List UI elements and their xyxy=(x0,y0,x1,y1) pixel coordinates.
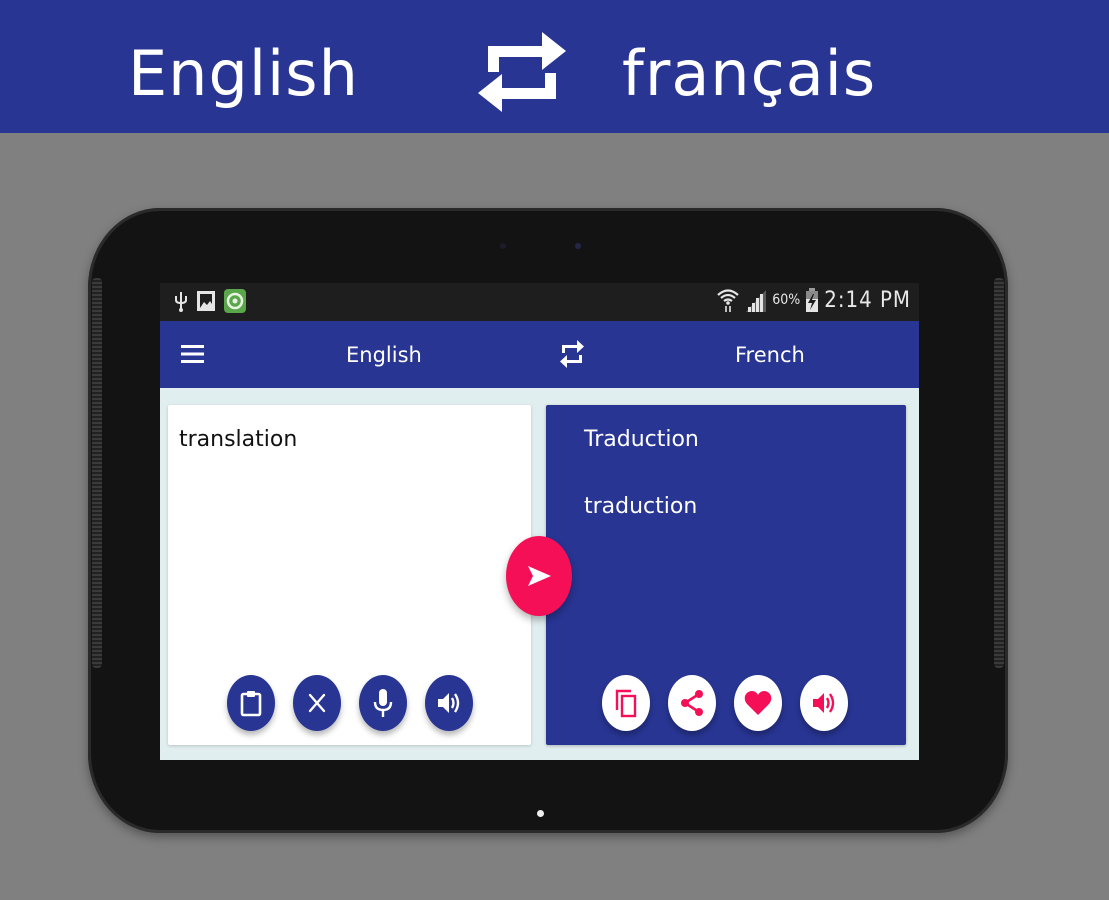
tablet-speaker-right xyxy=(994,278,1004,668)
heart-icon xyxy=(744,691,772,715)
app-toolbar: English French xyxy=(160,321,919,388)
send-icon xyxy=(528,566,551,586)
tablet-sensor xyxy=(500,243,506,249)
source-language-selector[interactable]: English xyxy=(346,341,422,369)
speak-source-button[interactable] xyxy=(425,675,473,731)
signal-icon xyxy=(746,290,767,312)
output-card: Traduction traduction xyxy=(546,405,906,745)
speaker-icon xyxy=(438,693,460,713)
paste-button[interactable] xyxy=(227,675,275,731)
clipboard-icon xyxy=(240,691,262,717)
voice-input-button[interactable] xyxy=(359,675,407,731)
source-text-input[interactable]: translation xyxy=(179,425,509,455)
clear-button[interactable] xyxy=(293,675,341,731)
gallery-icon xyxy=(197,291,215,311)
share-icon xyxy=(681,690,703,716)
microphone-icon xyxy=(373,689,393,717)
swap-arrows-icon xyxy=(478,32,566,112)
status-bar: 60% 2:14 PM xyxy=(160,283,919,321)
favorite-button[interactable] xyxy=(734,675,782,731)
wifi-icon xyxy=(717,289,739,312)
speaker-icon xyxy=(813,693,835,713)
usb-icon xyxy=(175,292,187,312)
copy-button[interactable] xyxy=(602,675,650,731)
hamburger-menu-icon[interactable] xyxy=(180,343,206,365)
app-notification-icon xyxy=(224,289,246,313)
share-button[interactable] xyxy=(668,675,716,731)
tablet-speaker-left xyxy=(92,278,102,668)
tablet-camera xyxy=(575,243,581,249)
device-screen: 60% 2:14 PM English French translation T… xyxy=(160,283,919,760)
close-icon xyxy=(308,693,326,713)
banner-source-language: English xyxy=(128,37,359,110)
translation-line: traduction xyxy=(584,494,698,519)
target-language-selector[interactable]: French xyxy=(735,341,805,369)
input-card: translation xyxy=(168,405,531,745)
battery-charging-icon xyxy=(806,288,819,312)
speak-translation-button[interactable] xyxy=(800,675,848,731)
copy-icon xyxy=(615,689,637,718)
battery-percent: 60% xyxy=(772,292,801,308)
swap-arrows-icon xyxy=(560,340,584,368)
tablet-home-indicator xyxy=(537,810,544,817)
clock: 2:14 PM xyxy=(824,287,911,313)
translation-line: Traduction xyxy=(584,427,699,452)
swap-languages-button[interactable] xyxy=(558,339,586,369)
banner-target-language: français xyxy=(622,37,877,110)
promo-banner: English français xyxy=(0,0,1109,133)
translate-button[interactable] xyxy=(506,536,572,616)
